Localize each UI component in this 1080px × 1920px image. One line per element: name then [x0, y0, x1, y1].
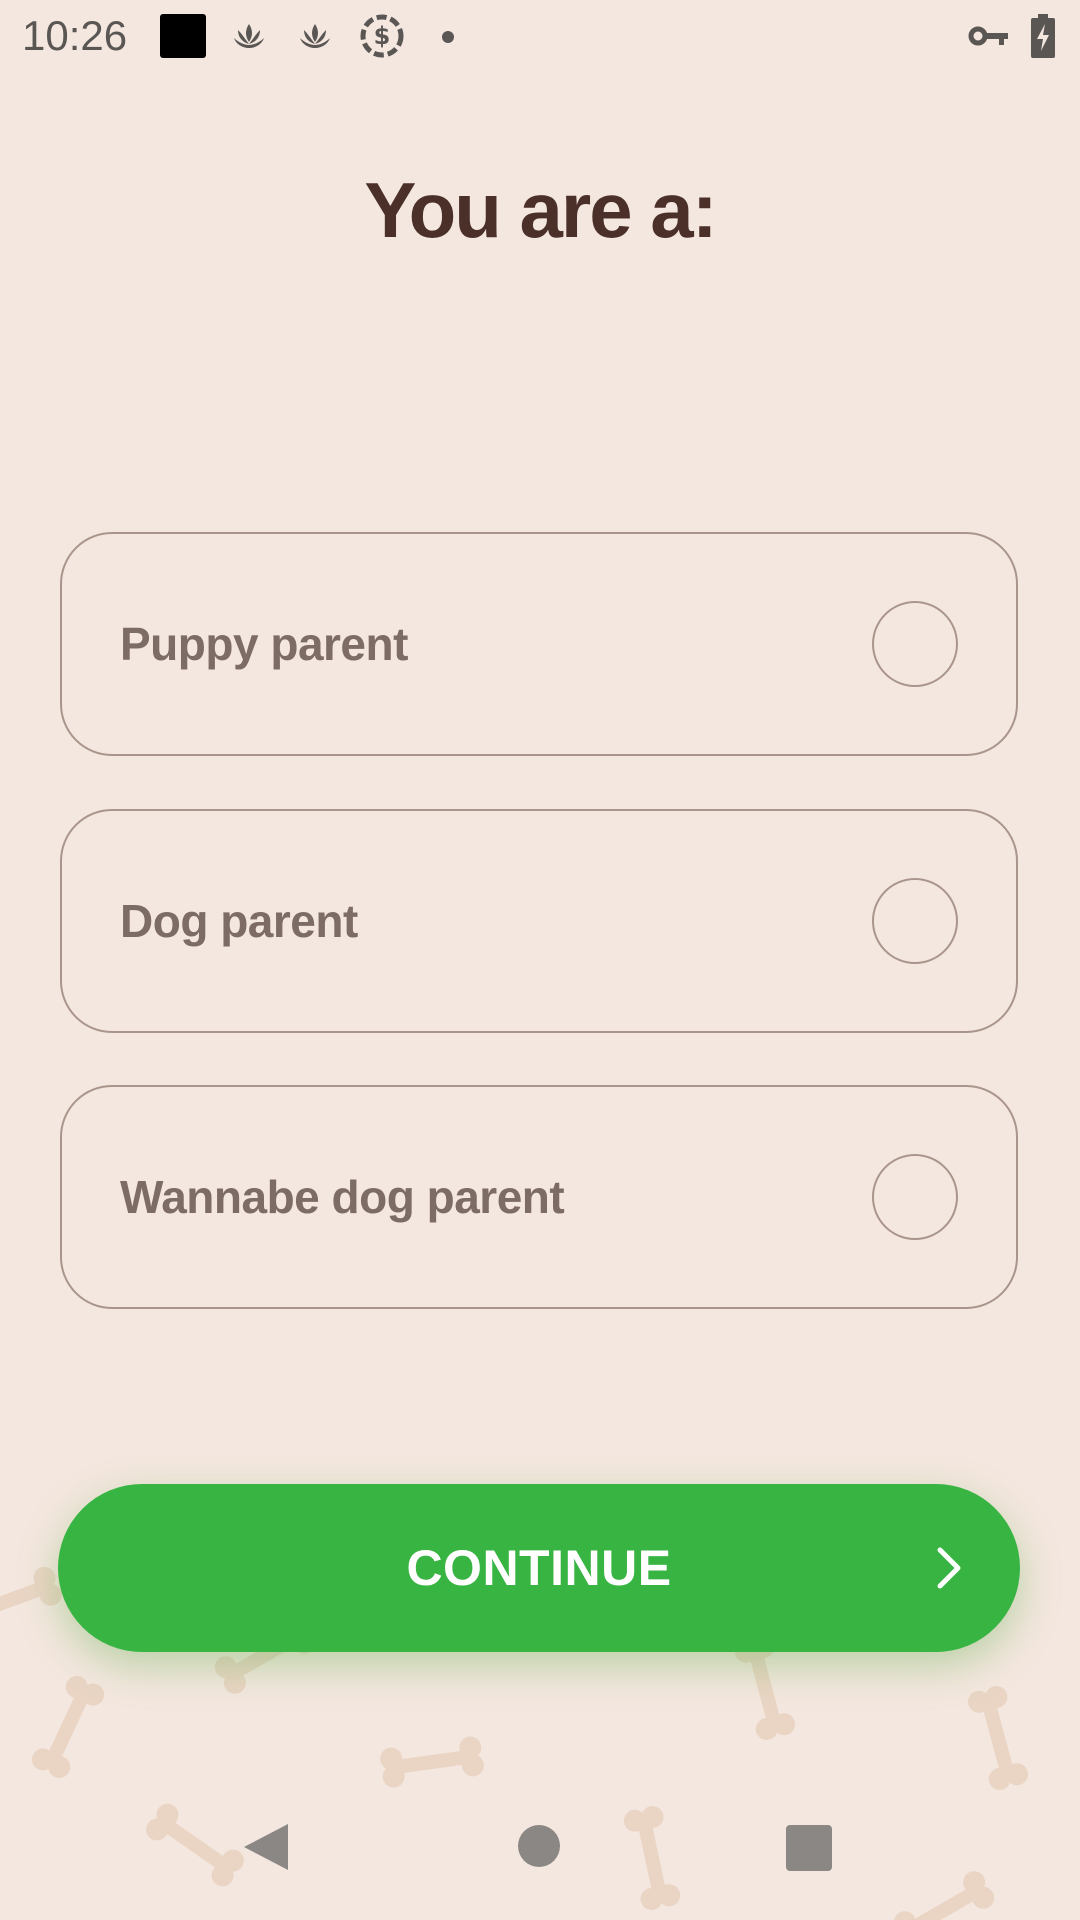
bone-icon — [378, 1735, 486, 1789]
dollar-sync-icon: $ — [360, 14, 404, 58]
screen: 10:26 $ You are a: Puppy parent Dog pare… — [0, 0, 1080, 1920]
bone-icon — [141, 1799, 249, 1891]
option-puppy-parent[interactable]: Puppy parent — [60, 532, 1018, 756]
continue-button[interactable]: CONTINUE — [58, 1484, 1020, 1652]
status-bar: 10:26 $ — [0, 0, 1080, 72]
bone-icon — [0, 1563, 65, 1637]
svg-text:$: $ — [374, 22, 391, 50]
option-wannabe-dog-parent[interactable]: Wannabe dog parent — [60, 1085, 1018, 1309]
status-time: 10:26 — [22, 12, 128, 59]
dot-icon — [442, 31, 454, 43]
option-label: Wannabe dog parent — [120, 1171, 565, 1223]
option-dog-parent[interactable]: Dog parent — [60, 809, 1018, 1033]
option-label: Dog parent — [120, 895, 358, 947]
page-title: You are a: — [364, 166, 717, 254]
battery-charging-icon — [1031, 14, 1055, 58]
continue-label: CONTINUE — [406, 1540, 672, 1596]
back-icon[interactable] — [242, 1822, 290, 1872]
bone-icon — [965, 1683, 1031, 1793]
radio-button[interactable] — [872, 1154, 958, 1240]
option-label: Puppy parent — [120, 618, 408, 670]
home-icon[interactable] — [518, 1825, 560, 1867]
bone-icon — [621, 1803, 683, 1913]
notification-square-icon — [160, 14, 206, 58]
chevron-right-icon — [937, 1547, 961, 1589]
recents-icon[interactable] — [786, 1825, 832, 1871]
radio-button[interactable] — [872, 601, 958, 687]
radio-button[interactable] — [872, 878, 958, 964]
vpn-key-icon — [968, 26, 1008, 46]
lotus-icon — [300, 24, 330, 48]
bone-icon — [28, 1672, 108, 1782]
lotus-icon — [234, 24, 264, 48]
bone-icon — [889, 1867, 999, 1920]
